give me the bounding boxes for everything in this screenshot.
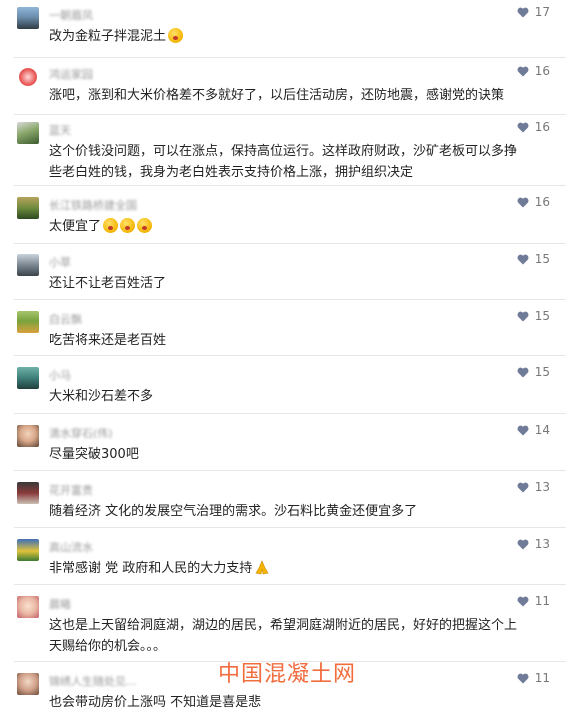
like-button[interactable]: 16 — [517, 120, 550, 134]
comment-author[interactable]: 蓝天 — [49, 122, 71, 138]
shocked-emoji-icon — [137, 218, 153, 233]
comment-list: 一朝眉凤 改为金粒子拌混泥土 17 鸿运家园 涨吧，涨到和大米价格差不多就好了，… — [0, 0, 580, 713]
like-count: 14 — [534, 423, 550, 437]
comment-author[interactable]: 滴水穿石(伟) — [49, 425, 113, 441]
comment-text: 也会带动房价上涨吗 不知道是喜是悲 — [49, 695, 262, 710]
divider — [14, 185, 566, 186]
like-button[interactable]: 15 — [517, 365, 550, 379]
like-count: 11 — [534, 671, 550, 685]
heart-icon — [517, 122, 529, 132]
divider — [14, 413, 566, 414]
comment-text: 这个价钱没问题，可以在涨点，保持高位运行。这样政府财政，沙矿老板可以多挣些老白姓… — [49, 144, 518, 180]
avatar[interactable] — [17, 596, 39, 618]
avatar[interactable] — [17, 254, 39, 276]
avatar[interactable] — [17, 66, 39, 88]
heart-icon — [517, 673, 529, 683]
comment-text: 吃苦将来还是老百姓 — [49, 333, 167, 348]
avatar[interactable] — [17, 425, 39, 447]
divider — [14, 114, 566, 115]
comment-author[interactable]: 长江铁路桥建全国 — [49, 197, 137, 213]
pensive-emoji-icon — [168, 28, 184, 43]
divider — [14, 584, 566, 585]
avatar[interactable] — [17, 673, 39, 695]
shocked-emoji-icon — [120, 218, 136, 233]
avatar[interactable] — [17, 482, 39, 504]
comment-text: 大米和沙石差不多 — [49, 389, 154, 404]
comment-author[interactable]: 花开富贵 — [49, 482, 93, 498]
comment-text: 还让不让老百姓活了 — [49, 276, 167, 291]
avatar[interactable] — [17, 311, 39, 333]
like-count: 17 — [534, 5, 550, 19]
comment-author[interactable]: 高山流水 — [49, 539, 93, 555]
avatar[interactable] — [17, 367, 39, 389]
heart-icon — [517, 425, 529, 435]
like-button[interactable]: 16 — [517, 195, 550, 209]
like-button[interactable]: 17 — [517, 5, 550, 19]
comment-text: 尽量突破300吧 — [49, 447, 139, 462]
comment-author[interactable]: 晨曦 — [49, 596, 71, 612]
divider — [14, 470, 566, 471]
heart-icon — [517, 66, 529, 76]
like-count: 13 — [534, 480, 550, 494]
like-count: 16 — [534, 195, 550, 209]
divider — [14, 355, 566, 356]
divider — [14, 243, 566, 244]
comment-author[interactable]: 小草 — [49, 254, 71, 270]
like-count: 16 — [534, 120, 550, 134]
divider — [14, 299, 566, 300]
avatar[interactable] — [17, 122, 39, 144]
shocked-emoji-icon — [103, 218, 119, 233]
like-button[interactable]: 15 — [517, 309, 550, 323]
heart-icon — [517, 596, 529, 606]
like-button[interactable]: 15 — [517, 252, 550, 266]
divider — [14, 527, 566, 528]
comment-author[interactable]: 小马 — [49, 367, 71, 383]
like-count: 15 — [534, 309, 550, 323]
heart-icon — [517, 367, 529, 377]
like-count: 13 — [534, 537, 550, 551]
comment-text: 涨吧，涨到和大米价格差不多就好了，以后住活动房，还防地震，感谢党的诀策 — [49, 88, 505, 103]
heart-icon — [517, 7, 529, 17]
comment-author[interactable]: 白云飘 — [49, 311, 82, 327]
comment-text: 这也是上天留给洞庭湖，湖边的居民，希望洞庭湖附近的居民，好好的把握这个上天赐给你… — [49, 618, 518, 654]
like-button[interactable]: 14 — [517, 423, 550, 437]
avatar[interactable] — [17, 7, 39, 29]
heart-icon — [517, 482, 529, 492]
heart-icon — [517, 311, 529, 321]
avatar[interactable] — [17, 197, 39, 219]
comment-author[interactable]: 一朝眉凤 — [49, 7, 93, 23]
heart-icon — [517, 197, 529, 207]
like-button[interactable]: 13 — [517, 480, 550, 494]
like-button[interactable]: 13 — [517, 537, 550, 551]
like-button[interactable]: 16 — [517, 64, 550, 78]
pray-emoji-icon — [255, 560, 269, 575]
like-count: 11 — [534, 594, 550, 608]
comment-text: 太便宜了 — [49, 216, 527, 237]
comment-text: 随着经济 文化的发展空气治理的需求。沙石料比黄金还便宜多了 — [49, 504, 418, 519]
like-button[interactable]: 11 — [517, 671, 550, 685]
like-button[interactable]: 11 — [517, 594, 550, 608]
avatar[interactable] — [17, 539, 39, 561]
comment-author[interactable]: 鸿运家园 — [49, 66, 93, 82]
like-count: 15 — [534, 252, 550, 266]
like-count: 16 — [534, 64, 550, 78]
divider — [14, 57, 566, 58]
comment-text: 非常感谢 党 政府和人民的大力支持 — [49, 558, 527, 579]
like-count: 15 — [534, 365, 550, 379]
heart-icon — [517, 254, 529, 264]
comment-author[interactable]: 锦绣人生随处见... — [49, 673, 137, 689]
comment-text: 改为金粒子拌混泥土 — [49, 26, 527, 47]
heart-icon — [517, 539, 529, 549]
watermark: 中国混凝土网 — [218, 662, 357, 687]
